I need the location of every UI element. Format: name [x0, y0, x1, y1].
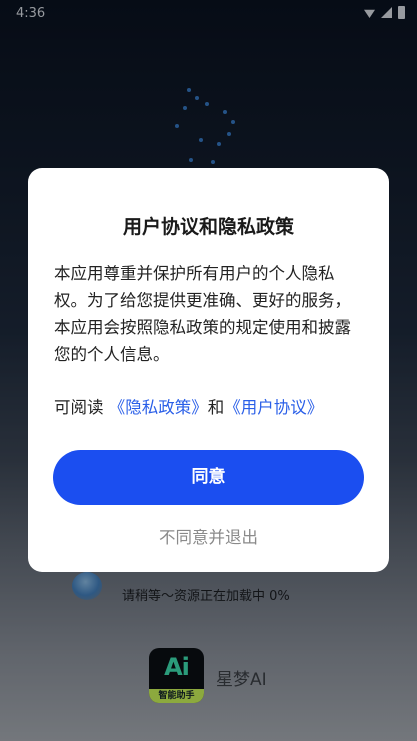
user-agreement-link[interactable]: 《用户协议》: [224, 398, 323, 417]
policy-links-line: 可阅读 《隐私政策》和《用户协议》: [54, 394, 323, 418]
dialog-title: 用户协议和隐私政策: [122, 216, 294, 238]
links-joiner: 和: [207, 398, 225, 417]
privacy-dialog: 用户协议和隐私政策 本应用尊重并保护所有用户的个人隐私权。为了给您提供更准确、更…: [28, 168, 389, 572]
links-prefix: 可阅读: [54, 398, 109, 417]
privacy-policy-link[interactable]: 《隐私政策》: [109, 398, 208, 417]
agree-button[interactable]: 同意: [53, 450, 364, 505]
dialog-body: 本应用尊重并保护所有用户的个人隐私权。为了给您提供更准确、更好的服务，本应用会按…: [54, 264, 351, 364]
decline-exit-button[interactable]: 不同意并退出: [28, 524, 389, 548]
